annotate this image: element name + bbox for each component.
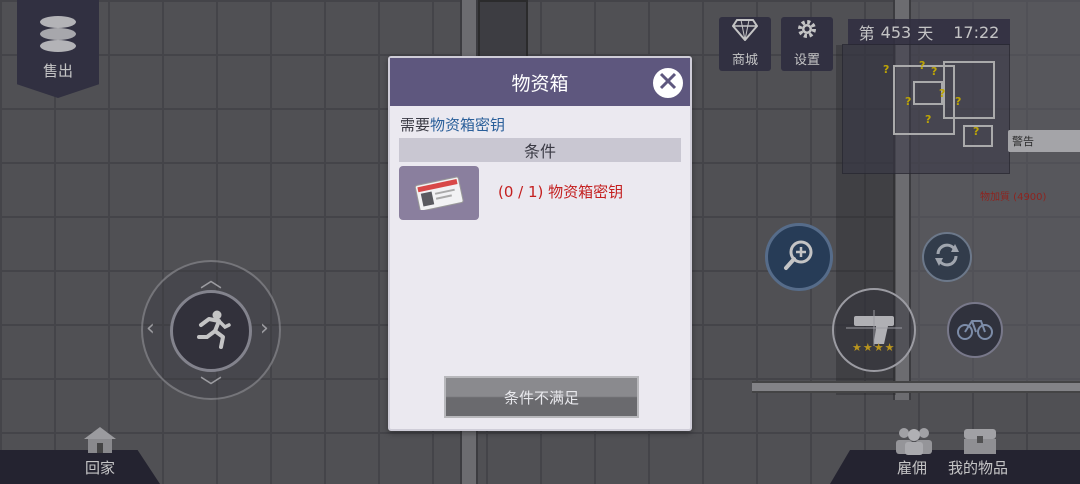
dialog-title: 物资箱 bbox=[511, 72, 569, 95]
conditions-header: 条件 bbox=[399, 138, 681, 162]
conditions-unmet-button[interactable]: 条件不满足 bbox=[444, 376, 639, 418]
requirement-text: (0 / 1) 物资箱密钥 bbox=[498, 181, 623, 202]
supply-crate-dialog: 物资箱 需要物资箱密钥 条件 (0 / 1) 物资箱密钥 条件不满足 bbox=[388, 56, 692, 431]
need-prefix: 需要 bbox=[400, 116, 431, 134]
needed-item-name: 物资箱密钥 bbox=[430, 116, 506, 134]
close-icon bbox=[658, 71, 678, 95]
requirement-item: 物资箱密钥 bbox=[548, 183, 624, 201]
dialog-header: 物资箱 bbox=[390, 58, 690, 106]
close-button[interactable] bbox=[651, 66, 685, 100]
requirement-summary: 需要物资箱密钥 bbox=[400, 114, 690, 135]
requirement-row: (0 / 1) 物资箱密钥 bbox=[399, 166, 690, 220]
requirement-progress: (0 / 1) bbox=[498, 183, 544, 201]
keycard-icon bbox=[399, 166, 479, 220]
